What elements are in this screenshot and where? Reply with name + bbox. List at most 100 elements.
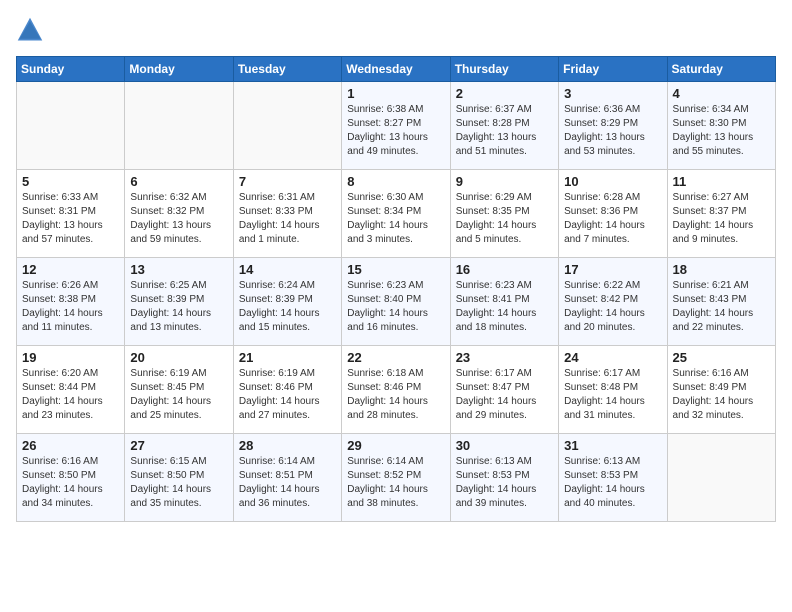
day-info: Sunrise: 6:23 AM Sunset: 8:40 PM Dayligh…: [347, 279, 444, 335]
week-row-4: 26 Sunrise: 6:16 AM Sunset: 8:50 PM Dayli…: [17, 434, 776, 522]
day-number: 25: [673, 350, 770, 365]
day-info: Sunrise: 6:34 AM Sunset: 8:30 PM Dayligh…: [673, 103, 770, 159]
header-day-monday: Monday: [125, 57, 233, 82]
day-cell: 26 Sunrise: 6:16 AM Sunset: 8:50 PM Dayli…: [17, 434, 125, 522]
day-info: Sunrise: 6:17 AM Sunset: 8:48 PM Dayligh…: [564, 367, 661, 423]
day-cell: 28 Sunrise: 6:14 AM Sunset: 8:51 PM Dayli…: [233, 434, 341, 522]
day-cell: 24Sunrise: 6:17 AM Sunset: 8:48 PM Dayli…: [559, 346, 667, 434]
calendar-header: SundayMondayTuesdayWednesdayThursdayFrid…: [17, 57, 776, 82]
day-info: Sunrise: 6:26 AM Sunset: 8:38 PM Dayligh…: [22, 279, 119, 335]
day-cell: 16 Sunrise: 6:23 AM Sunset: 8:41 PM Dayli…: [450, 258, 558, 346]
day-cell: 12 Sunrise: 6:26 AM Sunset: 8:38 PM Dayli…: [17, 258, 125, 346]
day-cell: 27Sunrise: 6:15 AM Sunset: 8:50 PM Dayli…: [125, 434, 233, 522]
day-cell: 21 Sunrise: 6:19 AM Sunset: 8:46 PM Dayli…: [233, 346, 341, 434]
header-day-wednesday: Wednesday: [342, 57, 450, 82]
day-number: 21: [239, 350, 336, 365]
day-number: 7: [239, 174, 336, 189]
day-number: 12: [22, 262, 119, 277]
day-number: 2: [456, 86, 553, 101]
calendar-table: SundayMondayTuesdayWednesdayThursdayFrid…: [16, 56, 776, 522]
week-row-0: 1 Sunrise: 6:38 AM Sunset: 8:27 PM Daylig…: [17, 82, 776, 170]
day-cell: 23Sunrise: 6:17 AM Sunset: 8:47 PM Dayli…: [450, 346, 558, 434]
day-cell: 22 Sunrise: 6:18 AM Sunset: 8:46 PM Dayli…: [342, 346, 450, 434]
day-cell: 19 Sunrise: 6:20 AM Sunset: 8:44 PM Dayli…: [17, 346, 125, 434]
day-cell: 2 Sunrise: 6:37 AM Sunset: 8:28 PM Daylig…: [450, 82, 558, 170]
day-number: 13: [130, 262, 227, 277]
day-info: Sunrise: 6:16 AM Sunset: 8:49 PM Dayligh…: [673, 367, 770, 423]
day-info: Sunrise: 6:33 AM Sunset: 8:31 PM Dayligh…: [22, 191, 119, 247]
day-number: 16: [456, 262, 553, 277]
day-cell: 13 Sunrise: 6:25 AM Sunset: 8:39 PM Dayli…: [125, 258, 233, 346]
day-info: Sunrise: 6:17 AM Sunset: 8:47 PM Dayligh…: [456, 367, 553, 423]
day-number: 15: [347, 262, 444, 277]
day-info: Sunrise: 6:13 AM Sunset: 8:53 PM Dayligh…: [564, 455, 661, 511]
day-number: 19: [22, 350, 119, 365]
day-info: Sunrise: 6:23 AM Sunset: 8:41 PM Dayligh…: [456, 279, 553, 335]
day-info: Sunrise: 6:38 AM Sunset: 8:27 PM Dayligh…: [347, 103, 444, 159]
day-cell: 7 Sunrise: 6:31 AM Sunset: 8:33 PM Daylig…: [233, 170, 341, 258]
day-info: Sunrise: 6:14 AM Sunset: 8:51 PM Dayligh…: [239, 455, 336, 511]
day-cell: 3Sunrise: 6:36 AM Sunset: 8:29 PM Daylig…: [559, 82, 667, 170]
day-info: Sunrise: 6:31 AM Sunset: 8:33 PM Dayligh…: [239, 191, 336, 247]
page-header: [16, 16, 776, 44]
day-cell: 17Sunrise: 6:22 AM Sunset: 8:42 PM Dayli…: [559, 258, 667, 346]
calendar-body: 1 Sunrise: 6:38 AM Sunset: 8:27 PM Daylig…: [17, 82, 776, 522]
header-day-sunday: Sunday: [17, 57, 125, 82]
day-info: Sunrise: 6:20 AM Sunset: 8:44 PM Dayligh…: [22, 367, 119, 423]
day-number: 27: [130, 438, 227, 453]
header-day-friday: Friday: [559, 57, 667, 82]
day-cell: 20 Sunrise: 6:19 AM Sunset: 8:45 PM Dayli…: [125, 346, 233, 434]
day-cell: 25 Sunrise: 6:16 AM Sunset: 8:49 PM Dayli…: [667, 346, 775, 434]
day-number: 8: [347, 174, 444, 189]
day-cell: 18 Sunrise: 6:21 AM Sunset: 8:43 PM Dayli…: [667, 258, 775, 346]
day-cell: 31 Sunrise: 6:13 AM Sunset: 8:53 PM Dayli…: [559, 434, 667, 522]
day-cell: 6 Sunrise: 6:32 AM Sunset: 8:32 PM Daylig…: [125, 170, 233, 258]
day-number: 30: [456, 438, 553, 453]
day-cell: 10 Sunrise: 6:28 AM Sunset: 8:36 PM Dayli…: [559, 170, 667, 258]
day-info: Sunrise: 6:29 AM Sunset: 8:35 PM Dayligh…: [456, 191, 553, 247]
logo-icon: [16, 16, 44, 44]
header-day-thursday: Thursday: [450, 57, 558, 82]
day-number: 14: [239, 262, 336, 277]
day-number: 9: [456, 174, 553, 189]
header-day-saturday: Saturday: [667, 57, 775, 82]
day-number: 26: [22, 438, 119, 453]
day-cell: 5Sunrise: 6:33 AM Sunset: 8:31 PM Daylig…: [17, 170, 125, 258]
day-number: 10: [564, 174, 661, 189]
day-number: 20: [130, 350, 227, 365]
day-number: 22: [347, 350, 444, 365]
day-number: 18: [673, 262, 770, 277]
day-info: Sunrise: 6:22 AM Sunset: 8:42 PM Dayligh…: [564, 279, 661, 335]
day-info: Sunrise: 6:16 AM Sunset: 8:50 PM Dayligh…: [22, 455, 119, 511]
day-number: 31: [564, 438, 661, 453]
day-info: Sunrise: 6:25 AM Sunset: 8:39 PM Dayligh…: [130, 279, 227, 335]
day-info: Sunrise: 6:27 AM Sunset: 8:37 PM Dayligh…: [673, 191, 770, 247]
day-number: 29: [347, 438, 444, 453]
day-info: Sunrise: 6:21 AM Sunset: 8:43 PM Dayligh…: [673, 279, 770, 335]
day-number: 6: [130, 174, 227, 189]
day-number: 3: [564, 86, 661, 101]
day-info: Sunrise: 6:18 AM Sunset: 8:46 PM Dayligh…: [347, 367, 444, 423]
logo: [16, 16, 48, 44]
day-cell: 4 Sunrise: 6:34 AM Sunset: 8:30 PM Daylig…: [667, 82, 775, 170]
day-info: Sunrise: 6:19 AM Sunset: 8:45 PM Dayligh…: [130, 367, 227, 423]
day-info: Sunrise: 6:30 AM Sunset: 8:34 PM Dayligh…: [347, 191, 444, 247]
day-number: 28: [239, 438, 336, 453]
week-row-2: 12 Sunrise: 6:26 AM Sunset: 8:38 PM Dayli…: [17, 258, 776, 346]
day-info: Sunrise: 6:19 AM Sunset: 8:46 PM Dayligh…: [239, 367, 336, 423]
day-info: Sunrise: 6:28 AM Sunset: 8:36 PM Dayligh…: [564, 191, 661, 247]
day-info: Sunrise: 6:37 AM Sunset: 8:28 PM Dayligh…: [456, 103, 553, 159]
day-cell: [233, 82, 341, 170]
day-cell: 29Sunrise: 6:14 AM Sunset: 8:52 PM Dayli…: [342, 434, 450, 522]
day-number: 11: [673, 174, 770, 189]
day-cell: 9 Sunrise: 6:29 AM Sunset: 8:35 PM Daylig…: [450, 170, 558, 258]
day-number: 1: [347, 86, 444, 101]
day-cell: [17, 82, 125, 170]
day-cell: [125, 82, 233, 170]
week-row-1: 5Sunrise: 6:33 AM Sunset: 8:31 PM Daylig…: [17, 170, 776, 258]
day-info: Sunrise: 6:32 AM Sunset: 8:32 PM Dayligh…: [130, 191, 227, 247]
day-number: 4: [673, 86, 770, 101]
header-row: SundayMondayTuesdayWednesdayThursdayFrid…: [17, 57, 776, 82]
day-cell: [667, 434, 775, 522]
day-cell: 30Sunrise: 6:13 AM Sunset: 8:53 PM Dayli…: [450, 434, 558, 522]
